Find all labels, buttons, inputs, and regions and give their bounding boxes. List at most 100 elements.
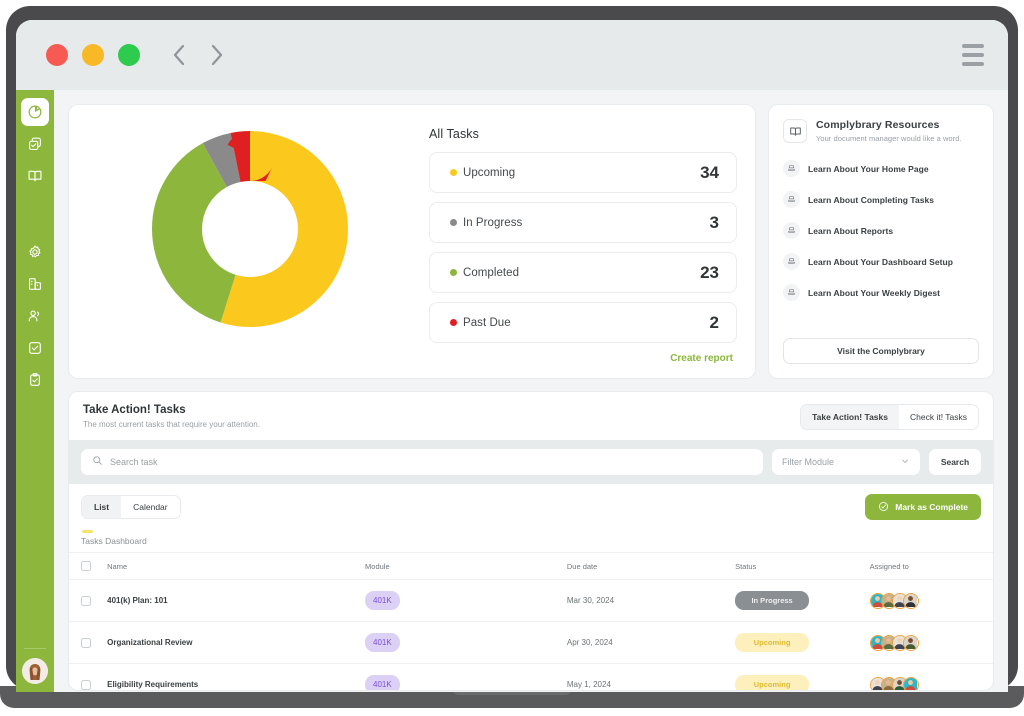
resources-header: Complybrary Resources Your document mana…	[783, 119, 979, 143]
legend-label-in-progress: In Progress	[463, 216, 523, 229]
create-report-link[interactable]: Create report	[429, 353, 737, 364]
sidebar-item-settings[interactable]	[21, 238, 49, 266]
legend-item-in-progress[interactable]: In Progress 3	[429, 202, 737, 243]
maximize-window-button[interactable]	[118, 44, 140, 66]
row-due-cell: Mar 30, 2024	[566, 579, 736, 622]
table-row[interactable]: Eligibility Requirements 401K May 1, 202…	[69, 663, 993, 690]
table-row[interactable]: 401(k) Plan: 101 401K Mar 30, 2024 In Pr…	[69, 579, 993, 622]
sidebar-footer	[16, 648, 54, 684]
row-checkbox[interactable]	[81, 679, 91, 690]
assignee-avatar-stack[interactable]	[869, 676, 993, 690]
column-header-due-date[interactable]: Due date	[566, 552, 736, 580]
select-all-checkbox[interactable]	[81, 561, 91, 571]
bullet-upcoming-icon	[450, 169, 457, 176]
tasks-panel-subtitle: The most current tasks that require your…	[83, 420, 260, 429]
mark-as-complete-label: Mark as Complete	[895, 502, 968, 512]
search-input[interactable]: Search task	[81, 449, 763, 475]
dashboard-top-row: All Tasks Upcoming 34 In Progress 3 Comp…	[68, 104, 994, 379]
row-status-cell: Upcoming	[735, 663, 870, 690]
row-module-cell: 401K	[365, 663, 567, 690]
forward-icon[interactable]	[206, 42, 228, 68]
avatar[interactable]	[22, 658, 48, 684]
sidebar-item-library[interactable]	[21, 162, 49, 190]
row-module-cell: 401K	[365, 621, 567, 664]
resource-link-label: Learn About Completing Tasks	[808, 194, 935, 205]
laptop-frame: All Tasks Upcoming 34 In Progress 3 Comp…	[0, 0, 1024, 716]
sidebar-item-dashboard[interactable]	[21, 98, 49, 126]
row-due-cell: May 1, 2024	[566, 663, 736, 690]
legend-item-past-due[interactable]: Past Due 2	[429, 302, 737, 343]
assignee-avatar-stack[interactable]	[869, 634, 993, 651]
legend-item-completed[interactable]: Completed 23	[429, 252, 737, 293]
sidebar-item-tasks[interactable]	[21, 130, 49, 158]
tab-list-view[interactable]: List	[82, 496, 122, 518]
chevron-down-icon	[900, 453, 910, 471]
resource-link-label: Learn About Your Dashboard Setup	[808, 256, 954, 267]
search-icon	[92, 453, 103, 471]
resources-links: Learn About Your Home Page Learn About C…	[783, 160, 979, 315]
task-name: Organizational Review	[107, 638, 193, 647]
legend-label-past-due: Past Due	[463, 316, 511, 329]
resource-link-reports[interactable]: Learn About Reports	[783, 222, 979, 239]
status-badge: Upcoming	[735, 675, 810, 690]
status-badge: Upcoming	[735, 633, 810, 652]
filter-module-value: Filter Module	[782, 457, 835, 467]
mark-as-complete-button[interactable]: Mark as Complete	[865, 494, 981, 520]
resource-link-dashboard-setup[interactable]: Learn About Your Dashboard Setup	[783, 253, 979, 270]
complybrary-resources-card: Complybrary Resources Your document mana…	[768, 104, 994, 379]
resource-link-completing-tasks[interactable]: Learn About Completing Tasks	[783, 191, 979, 208]
close-window-button[interactable]	[46, 44, 68, 66]
assignee-avatar-stack[interactable]	[869, 592, 993, 609]
resource-link-label: Learn About Reports	[808, 225, 894, 236]
tasks-table-head: Name Module Due date Status Assigned to	[69, 552, 993, 580]
search-input-placeholder: Search task	[110, 457, 158, 467]
row-checkbox[interactable]	[81, 637, 91, 648]
browser-titlebar	[16, 20, 1008, 90]
table-row[interactable]: Organizational Review 401K Apr 30, 2024 …	[69, 621, 993, 664]
row-select-cell	[69, 579, 108, 622]
stamp-icon	[783, 284, 800, 301]
resource-link-weekly-digest[interactable]: Learn About Your Weekly Digest	[783, 284, 979, 301]
gear-icon	[27, 244, 43, 260]
row-assignees-cell	[869, 579, 993, 622]
search-button[interactable]: Search	[929, 449, 981, 475]
sidebar-item-people[interactable]	[21, 302, 49, 330]
row-status-cell: Upcoming	[735, 621, 870, 664]
visit-complybrary-button[interactable]: Visit the Complybrary	[783, 338, 979, 364]
filter-module-select[interactable]: Filter Module	[772, 449, 920, 475]
tab-calendar-view[interactable]: Calendar	[121, 496, 180, 518]
sidebar-item-reports[interactable]	[21, 270, 49, 298]
row-checkbox[interactable]	[81, 595, 91, 606]
column-header-assigned-to[interactable]: Assigned to	[869, 552, 993, 580]
hamburger-menu-icon[interactable]	[960, 38, 986, 72]
task-name: Eligibility Requirements	[107, 680, 199, 689]
building-report-icon	[27, 276, 43, 292]
breadcrumb-marker-icon	[82, 530, 93, 533]
table-header-row: Name Module Due date Status Assigned to	[69, 552, 993, 580]
module-badge: 401K	[365, 591, 400, 610]
sidebar-item-checklists[interactable]	[21, 334, 49, 362]
tasks-legend: All Tasks Upcoming 34 In Progress 3 Comp…	[425, 119, 737, 364]
breadcrumb-area: Tasks Dashboard	[69, 528, 993, 552]
tab-check-it-tasks[interactable]: Check it! Tasks	[898, 405, 978, 429]
tab-take-action-tasks[interactable]: Take Action! Tasks	[801, 405, 899, 429]
minimize-window-button[interactable]	[82, 44, 104, 66]
users-icon	[27, 308, 43, 324]
main-content: All Tasks Upcoming 34 In Progress 3 Comp…	[54, 90, 1008, 692]
take-action-tasks-panel: Take Action! Tasks The most current task…	[68, 391, 994, 691]
tasks-table-body: 401(k) Plan: 101 401K Mar 30, 2024 In Pr…	[69, 579, 993, 690]
legend-label-upcoming: Upcoming	[463, 166, 516, 179]
window-controls	[46, 44, 140, 66]
task-name: 401(k) Plan: 101	[107, 596, 168, 605]
column-header-module[interactable]: Module	[365, 552, 567, 580]
row-assignees-cell	[869, 663, 993, 690]
column-header-name[interactable]: Name	[107, 552, 366, 580]
column-header-status[interactable]: Status	[735, 552, 870, 580]
sidebar-item-audits[interactable]	[21, 366, 49, 394]
resource-link-home-page[interactable]: Learn About Your Home Page	[783, 160, 979, 177]
back-icon[interactable]	[168, 42, 190, 68]
tasks-table: Name Module Due date Status Assigned to	[69, 552, 993, 690]
legend-value-completed: 23	[700, 262, 719, 282]
legend-item-upcoming[interactable]: Upcoming 34	[429, 152, 737, 193]
browser-window: All Tasks Upcoming 34 In Progress 3 Comp…	[16, 20, 1008, 692]
